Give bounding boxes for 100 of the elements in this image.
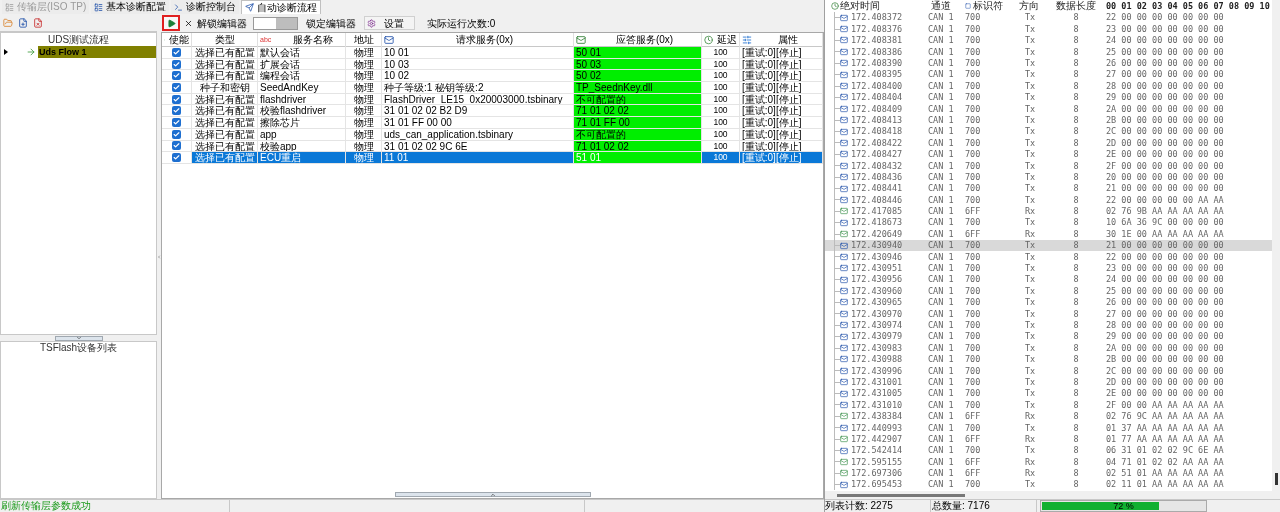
log-row[interactable]: 172.418673 CAN 1 700 Tx 8 10 6A 36 9C 00 00 00 00 [825, 217, 1272, 229]
log-row[interactable]: 172.430960 CAN 1 700 Tx 8 25 00 00 00 00 00 00 00 [825, 285, 1272, 297]
unlock-editor-label[interactable]: 解锁编辑器 [197, 15, 247, 31]
editor-switch[interactable] [253, 16, 298, 30]
remove-file-button[interactable] [32, 16, 44, 29]
checkbox[interactable] [172, 129, 181, 139]
log-row[interactable]: 172.431010 CAN 1 700 Tx 8 2F 00 00 AA AA AA AA AA [825, 399, 1272, 411]
list-count: 列表计数: 2275 [825, 501, 893, 511]
log-row[interactable]: 172.408413 CAN 1 700 Tx 8 2B 00 00 00 00 00 00 00 [825, 114, 1272, 126]
log-row[interactable]: 172.430946 CAN 1 700 Tx 8 22 00 00 00 00 00 00 00 [825, 251, 1272, 263]
channel: CAN 1 [928, 354, 954, 365]
message-icon [840, 332, 848, 341]
lock-editor-label[interactable]: 锁定编辑器 [306, 15, 356, 31]
log-row[interactable]: 172.430996 CAN 1 700 Tx 8 2C 00 00 00 00 00 00 00 [825, 365, 1272, 377]
timestamp: 172.430996 [851, 366, 903, 376]
log-row[interactable]: 172.408446 CAN 1 700 Tx 8 22 00 00 00 00 00 AA AA [825, 194, 1272, 206]
table-row[interactable]: 选择已有配置 擦除芯片 物理 31 01 FF 00 00 71 01 FF 00 100 [重试:0][停止] [162, 117, 823, 129]
log-row[interactable]: 172.430956 CAN 1 700 Tx 8 24 00 00 00 00 00 00 00 [825, 274, 1272, 286]
log-row[interactable]: 172.408418 CAN 1 700 Tx 8 2C 00 00 00 00 00 00 00 [825, 125, 1272, 138]
timestamp: 172.408390 [851, 59, 903, 68]
message-icon [840, 309, 848, 318]
log-row[interactable]: 172.408404 CAN 1 700 Tx 8 29 00 00 00 00 00 00 00 [825, 91, 1272, 104]
tree-item[interactable]: Uds Flow 1 [38, 46, 156, 58]
log-row[interactable]: 172.417085 CAN 1 6FF Rx 8 02 76 9B AA AA AA AA AA [825, 205, 1272, 218]
checkbox[interactable] [172, 153, 181, 163]
log-row[interactable]: 172.431001 CAN 1 700 Tx 8 2D 00 00 00 00 00 00 00 [825, 376, 1272, 388]
message-icon [840, 457, 848, 466]
log-row[interactable]: 172.420649 CAN 1 6FF Rx 8 30 1E 00 AA AA AA AA AA [825, 228, 1272, 240]
log-row[interactable]: 172.430983 CAN 1 700 Tx 8 2A 00 00 00 00 00 00 00 [825, 342, 1272, 354]
splitter-handle[interactable] [394, 492, 591, 497]
log-row[interactable]: 172.408381 CAN 1 700 Tx 8 24 00 00 00 00 00 00 00 [825, 34, 1272, 47]
tab[interactable]: 自动诊断流程 [241, 0, 322, 14]
splitter-handle[interactable] [54, 335, 103, 341]
log-row[interactable]: 172.442907 CAN 1 6FF Rx 8 01 77 AA AA AA AA AA AA [825, 433, 1272, 445]
log-row[interactable]: 172.430940 CAN 1 700 Tx 8 21 00 00 00 00 00 00 00 [825, 239, 1272, 252]
log-row[interactable]: 172.431005 CAN 1 700 Tx 8 2E 00 00 00 00 00 00 00 [825, 387, 1272, 400]
scrollbar-thumb[interactable] [1274, 473, 1278, 485]
checkbox[interactable] [172, 117, 181, 127]
scrollbar-thumb[interactable] [837, 493, 965, 497]
data-length: 8 [1073, 365, 1079, 376]
log-row[interactable]: 172.430965 CAN 1 700 Tx 8 26 00 00 00 00 00 00 00 [825, 296, 1272, 309]
log-row[interactable]: 172.408390 CAN 1 700 Tx 8 26 00 00 00 00 00 00 00 [825, 57, 1272, 69]
table-row[interactable]: 选择已有配置 校验flashdriver 物理 31 01 02 02 B2 D9 71 01 02 02 100 [重试:0][停止] [162, 105, 823, 118]
tab-icon [174, 2, 184, 12]
log-row[interactable]: 172.408409 CAN 1 700 Tx 8 2A 00 00 00 00 00 00 00 [825, 103, 1272, 115]
table-row[interactable]: 种子和密钥 SeedAndKey 物理 种子等级:1 秘钥等级:2 TP_SeednKey.dll 100 [重试:0][停止] [162, 82, 823, 94]
channel: CAN 1 [928, 149, 954, 160]
checkbox[interactable] [172, 106, 181, 116]
log-row[interactable]: 172.430951 CAN 1 700 Tx 8 23 00 00 00 00 00 00 00 [825, 262, 1272, 274]
checkbox[interactable] [172, 94, 181, 104]
data-bytes: 2A 00 00 00 00 00 00 00 [1106, 342, 1224, 353]
identifier: 700 [965, 114, 981, 125]
log-row[interactable]: 172.408441 CAN 1 700 Tx 8 21 00 00 00 00 00 00 00 [825, 182, 1272, 195]
data-bytes: 28 00 00 00 00 00 00 00 [1106, 320, 1224, 330]
direction: Tx [1025, 171, 1036, 182]
direction: Tx [1025, 263, 1036, 274]
column-header: 数据长度 [1056, 0, 1096, 11]
timestamp: 172.408418 [851, 127, 903, 136]
log-row[interactable]: 172.697306 CAN 1 6FF Rx 8 02 51 01 AA AA AA AA AA [825, 467, 1272, 479]
log-row[interactable]: 172.595155 CAN 1 6FF Rx 8 04 71 01 02 02 AA AA AA [825, 456, 1272, 468]
run-button[interactable] [162, 15, 180, 31]
checkbox[interactable] [172, 141, 181, 151]
table-row[interactable]: 选择已有配置 默认会话 物理 10 01 50 01 100 [重试:0][停止] [162, 47, 823, 59]
data-bytes: 25 00 00 00 00 00 00 00 [1106, 285, 1224, 296]
channel: CAN 1 [928, 171, 954, 182]
table-cell: 100 [702, 117, 740, 129]
identifier: 700 [965, 422, 981, 433]
checkbox[interactable] [172, 59, 181, 69]
log-row[interactable]: 172.408372 CAN 1 700 Tx 8 22 00 00 00 00 00 00 00 [825, 12, 1272, 24]
checkbox[interactable] [172, 47, 181, 57]
close-icon[interactable] [184, 18, 193, 28]
expand-icon[interactable] [4, 49, 8, 55]
log-row[interactable]: 172.408422 CAN 1 700 Tx 8 2D 00 00 00 00 00 00 00 [825, 137, 1272, 149]
log-row[interactable]: 172.430988 CAN 1 700 Tx 8 2B 00 00 00 00 00 00 00 [825, 353, 1272, 366]
data-length: 8 [1073, 376, 1079, 387]
add-file-button[interactable] [17, 16, 29, 29]
settings-button[interactable]: 设置 [364, 16, 415, 30]
log-row[interactable]: 172.408400 CAN 1 700 Tx 8 28 00 00 00 00 00 00 00 [825, 80, 1272, 92]
identifier: 6FF [965, 411, 981, 422]
log-row[interactable]: 172.430974 CAN 1 700 Tx 8 28 00 00 00 00 00 00 00 [825, 319, 1272, 331]
log-row[interactable]: 172.408427 CAN 1 700 Tx 8 2E 00 00 00 00 00 00 00 [825, 148, 1272, 161]
log-row[interactable]: 172.440993 CAN 1 700 Tx 8 01 37 AA AA AA AA AA AA [825, 422, 1272, 434]
log-row[interactable]: 172.408386 CAN 1 700 Tx 8 25 00 00 00 00 00 00 00 [825, 46, 1272, 58]
log-row[interactable]: 172.430970 CAN 1 700 Tx 8 27 00 00 00 00 00 00 00 [825, 308, 1272, 320]
log-row[interactable]: 172.695453 CAN 1 700 Tx 8 02 11 01 AA AA AA AA AA [825, 479, 1272, 491]
log-row[interactable]: 172.542414 CAN 1 700 Tx 8 06 31 01 02 02 9C 6E AA [825, 444, 1272, 457]
log-row[interactable]: 172.408376 CAN 1 700 Tx 8 23 00 00 00 00 00 00 00 [825, 23, 1272, 35]
log-row[interactable]: 172.408432 CAN 1 700 Tx 8 2F 00 00 00 00 00 00 00 [825, 160, 1272, 172]
checkbox[interactable] [172, 82, 181, 92]
table-cell: 11 01 [382, 152, 574, 164]
message-icon [840, 207, 848, 216]
table-row[interactable]: 选择已有配置 ECU重启 物理 11 01 51 01 100 [重试:0][停止] [162, 152, 823, 164]
tab[interactable]: 基本诊断配置 [91, 0, 170, 14]
log-row[interactable]: 172.408395 CAN 1 700 Tx 8 27 00 00 00 00 00 00 00 [825, 68, 1272, 81]
tab[interactable]: 诊断控制台 [171, 0, 240, 14]
log-row[interactable]: 172.430979 CAN 1 700 Tx 8 29 00 00 00 00 00 00 00 [825, 330, 1272, 343]
checkbox[interactable] [172, 71, 181, 81]
log-row[interactable]: 172.438384 CAN 1 6FF Rx 8 02 76 9C AA AA AA AA AA [825, 410, 1272, 423]
table-row[interactable]: 选择已有配置 编程会话 物理 10 02 50 02 100 [重试:0][停止] [162, 70, 823, 83]
log-row[interactable]: 172.408436 CAN 1 700 Tx 8 20 00 00 00 00 00 00 00 [825, 171, 1272, 183]
